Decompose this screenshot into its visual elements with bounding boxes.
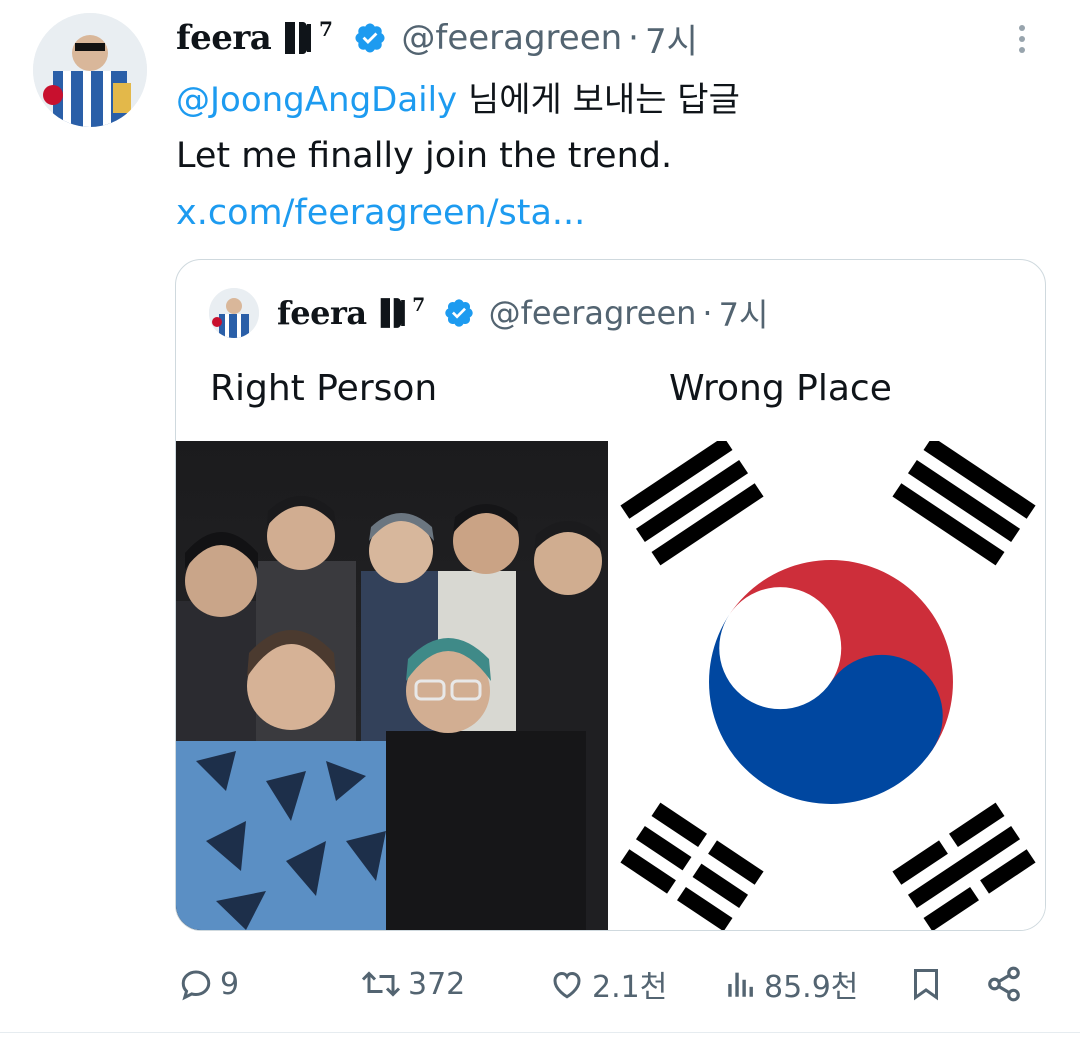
- views-count: 85.9천: [764, 970, 859, 1005]
- author-name[interactable]: feera: [176, 18, 272, 58]
- korean-flag-image[interactable]: [612, 441, 1045, 930]
- like-button[interactable]: 2.1천: [548, 960, 667, 1008]
- caption-left: Right Person: [210, 368, 438, 409]
- verified-badge-icon: [353, 21, 387, 55]
- timestamp[interactable]: 7시: [645, 14, 698, 63]
- separator-dot: ·: [702, 294, 713, 332]
- reply-context-text: 님에게 보내는 답글: [457, 80, 740, 120]
- tweet-link[interactable]: x.com/feeragreen/sta...: [176, 193, 585, 233]
- quoted-timestamp: 7시: [718, 296, 769, 334]
- retweet-icon: [361, 971, 401, 997]
- more-icon[interactable]: [1010, 20, 1034, 64]
- share-button[interactable]: [985, 960, 1023, 1008]
- reply-button[interactable]: 9: [178, 960, 239, 1008]
- retweet-count: 372: [408, 966, 466, 1002]
- quoted-author-handle: @feeragreen: [488, 294, 697, 332]
- verified-badge-icon: [443, 297, 475, 329]
- divider: [0, 1032, 1080, 1033]
- bookmark-icon: [914, 969, 938, 1001]
- quoted-author-avatar[interactable]: [209, 288, 259, 338]
- tweet-text: Let me finally join the trend.: [176, 136, 673, 176]
- author-avatar[interactable]: [33, 13, 147, 127]
- svg-text:7: 7: [412, 295, 425, 316]
- reply-context: @JoongAngDaily 님에게 보내는 답글: [176, 72, 740, 121]
- separator-dot: ·: [628, 18, 639, 58]
- tweet-header: feera 7 @feeragreen · 7시: [176, 14, 698, 62]
- bookmark-button[interactable]: [908, 960, 944, 1008]
- caption-right: Wrong Place: [669, 368, 892, 409]
- views-icon: [728, 972, 753, 997]
- views-button[interactable]: 85.9천: [724, 960, 858, 1008]
- quoted-tweet-header: feera 7 @feeragreen · 7시: [209, 288, 769, 338]
- group-photo-image[interactable]: [176, 441, 608, 930]
- like-count: 2.1천: [592, 970, 668, 1005]
- quoted-author-name: feera: [277, 294, 367, 332]
- author-emoji-logo: 7: [281, 18, 337, 58]
- reply-mention-link[interactable]: @JoongAngDaily: [176, 80, 457, 120]
- reply-count: 9: [220, 966, 240, 1002]
- quoted-author-emoji-logo: 7: [377, 294, 429, 332]
- action-bar: 9 372 2.1천 85.9천: [0, 960, 1080, 1008]
- reply-icon: [181, 970, 211, 1001]
- author-handle[interactable]: @feeragreen: [401, 18, 622, 58]
- quoted-tweet[interactable]: feera 7 @feeragreen · 7시 Right Person Wr…: [175, 259, 1046, 931]
- like-icon: [553, 971, 581, 999]
- retweet-button[interactable]: 372: [360, 960, 465, 1008]
- svg-text:7: 7: [319, 18, 333, 41]
- share-icon: [988, 966, 1020, 1002]
